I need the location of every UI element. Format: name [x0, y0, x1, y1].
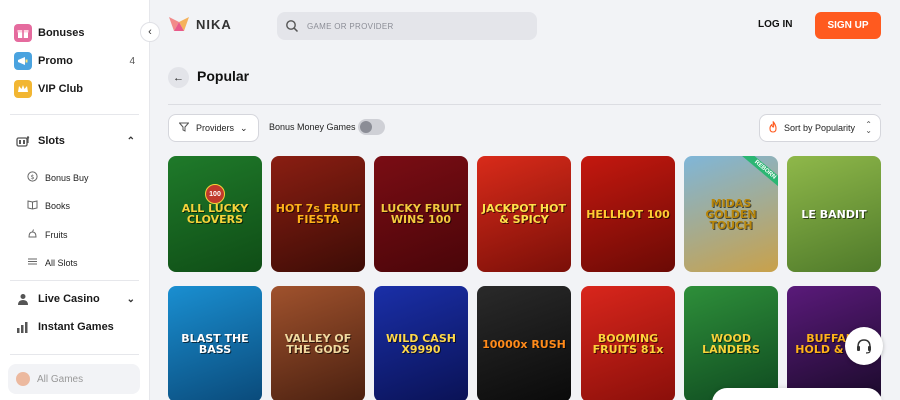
sidebar-item-promo[interactable]: Promo 4	[14, 52, 135, 70]
sidebar-item-all-slots[interactable]: All Slots	[26, 256, 78, 269]
sidebar-divider	[10, 354, 139, 355]
providers-filter-button[interactable]: Providers ⌄	[168, 114, 259, 142]
fire-icon	[768, 120, 778, 136]
signup-button[interactable]: SIGN UP	[815, 12, 881, 39]
game-tile[interactable]: WOOD LANDERS	[684, 286, 778, 400]
toggle-knob	[360, 121, 372, 133]
back-button[interactable]: ←	[168, 67, 189, 88]
sidebar-item-label: Live Casino	[38, 293, 100, 305]
book-icon	[26, 199, 38, 212]
search-bar[interactable]	[277, 12, 537, 40]
sidebar: Bonuses Promo 4 VIP Club Slots ⌃ $ Bonus…	[0, 0, 150, 400]
game-tile[interactable]: LUCKY FRUIT WINS 100	[374, 156, 468, 272]
filter-icon	[178, 122, 190, 134]
bonus-money-label: Bonus Money Games	[269, 122, 356, 132]
game-ribbon: REBORN	[738, 156, 778, 193]
svg-text:$: $	[30, 173, 34, 181]
game-title: VALLEY OF THE GODS	[284, 332, 352, 356]
game-title: 10000x RUSH	[482, 337, 566, 351]
chevron-left-icon: ‹	[148, 26, 152, 38]
support-chat-button[interactable]	[845, 327, 883, 365]
all-games-icon	[16, 372, 30, 386]
game-title: WOOD LANDERS	[702, 332, 760, 356]
sidebar-item-label: Books	[45, 200, 71, 211]
game-title: HOT 7s FRUIT FIESTA	[275, 202, 361, 226]
chevron-down-icon: ⌄	[126, 293, 135, 305]
sidebar-item-label: Bonus Buy	[45, 172, 89, 183]
fruit-icon	[26, 228, 38, 241]
game-title: WILD CASH X9990	[386, 332, 456, 356]
sidebar-divider	[10, 280, 139, 281]
gift-icon	[14, 24, 32, 42]
sidebar-item-instant-games[interactable]: Instant Games	[14, 318, 135, 336]
game-tile[interactable]: REBORN MIDAS GOLDEN TOUCH	[684, 156, 778, 272]
page-title: Popular	[197, 68, 250, 84]
bonus-money-toggle[interactable]	[358, 119, 385, 135]
game-title: HELLHOT 100	[586, 207, 670, 221]
sidebar-item-label: All Slots	[45, 257, 78, 268]
game-tile[interactable]: BLAST THE BASS	[168, 286, 262, 400]
headset-icon	[857, 339, 871, 354]
list-icon	[26, 256, 38, 269]
chart-icon	[14, 318, 32, 336]
game-tile[interactable]: 100 ALL LUCKY CLOVERS	[168, 156, 262, 272]
sidebar-item-label: Slots	[38, 135, 65, 147]
sidebar-item-fruits[interactable]: Fruits	[26, 228, 68, 241]
brand-logo[interactable]: NIKA	[168, 14, 232, 34]
sidebar-divider	[10, 114, 139, 115]
login-button[interactable]: LOG IN	[758, 19, 792, 30]
sidebar-item-label: Instant Games	[38, 321, 114, 333]
game-tile[interactable]: LE BANDIT	[787, 156, 881, 272]
sidebar-item-label: Promo	[38, 55, 73, 67]
game-tile[interactable]: JACKPOT HOT & SPICY	[477, 156, 571, 272]
game-badge: 100	[205, 184, 225, 204]
game-title: BLAST THE BASS	[181, 332, 249, 356]
sidebar-item-label: Bonuses	[38, 27, 85, 39]
sidebar-collapse-button[interactable]: ‹	[140, 22, 160, 42]
sidebar-item-label: VIP Club	[38, 83, 84, 95]
search-icon	[286, 20, 299, 33]
game-title: BOOMING FRUITS 81x	[592, 332, 664, 356]
sidebar-item-bonus-buy[interactable]: $ Bonus Buy	[26, 171, 89, 184]
nika-logo-icon	[169, 17, 189, 31]
game-title: JACKPOT HOT & SPICY	[481, 202, 566, 226]
providers-label: Providers	[196, 123, 235, 133]
promo-count: 4	[129, 55, 135, 67]
game-tile[interactable]: VALLEY OF THE GODS	[271, 286, 365, 400]
game-tile[interactable]: HOT 7s FRUIT FIESTA	[271, 156, 365, 272]
sidebar-item-label: All Games	[37, 373, 84, 385]
game-title: LE BANDIT	[801, 207, 867, 221]
sidebar-item-books[interactable]: Books	[26, 199, 70, 212]
slots-icon	[14, 132, 32, 150]
game-tile[interactable]: BOOMING FRUITS 81x	[581, 286, 675, 400]
sidebar-item-live-casino[interactable]: Live Casino ⌄	[14, 290, 135, 308]
sort-dropdown[interactable]: Sort by Popularity ⌃ ⌄	[759, 114, 881, 142]
title-divider	[168, 104, 881, 105]
chevron-down-icon: ⌄	[240, 122, 248, 133]
promo-icon	[14, 52, 32, 70]
dollar-icon: $	[26, 171, 38, 184]
game-tile[interactable]: 10000x RUSH	[477, 286, 571, 400]
sort-arrows-icon: ⌃ ⌄	[865, 120, 872, 135]
game-tile[interactable]: HELLHOT 100	[581, 156, 675, 272]
sort-label: Sort by Popularity	[784, 123, 856, 133]
arrow-left-icon: ←	[173, 71, 184, 84]
sidebar-item-slots[interactable]: Slots ⌃	[14, 132, 135, 150]
sidebar-item-bonuses[interactable]: Bonuses	[14, 24, 135, 42]
game-tile[interactable]: WILD CASH X9990	[374, 286, 468, 400]
game-title: ALL LUCKY CLOVERS	[181, 202, 249, 226]
sidebar-item-all-games[interactable]: All Games	[8, 364, 140, 394]
bottom-bar	[712, 388, 882, 400]
live-casino-icon	[14, 290, 32, 308]
sidebar-item-vip-club[interactable]: VIP Club	[14, 80, 135, 98]
sidebar-item-label: Fruits	[45, 229, 68, 240]
chevron-up-icon: ⌃	[126, 135, 135, 147]
brand-name: NIKA	[196, 16, 232, 32]
game-title: MIDAS GOLDEN TOUCH	[705, 196, 757, 232]
search-input[interactable]	[307, 21, 507, 31]
game-title: LUCKY FRUIT WINS 100	[380, 202, 462, 226]
crown-icon	[14, 80, 32, 98]
